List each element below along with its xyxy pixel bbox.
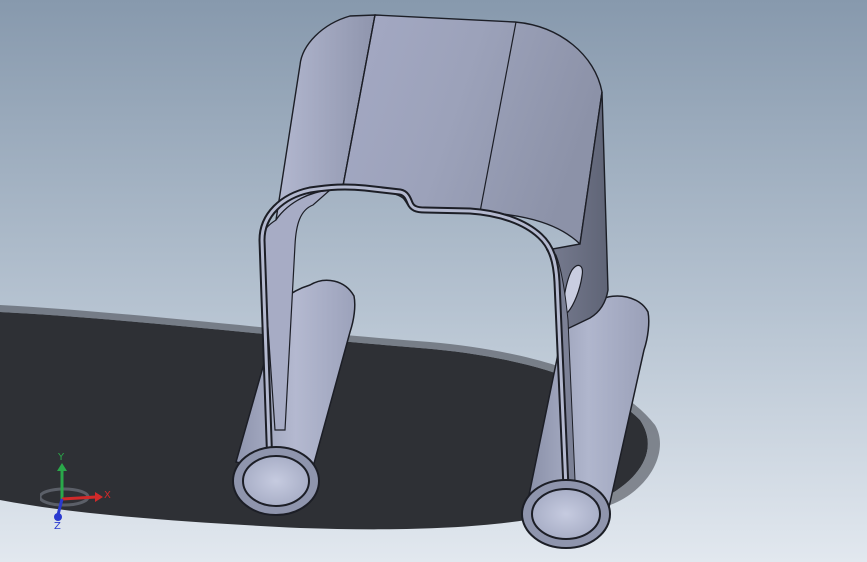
triad-x-label: X — [104, 490, 111, 501]
triad-z-axis — [56, 498, 64, 516]
triad-y-arrow — [57, 463, 67, 471]
triad-z-arrow — [54, 513, 62, 521]
graphics-viewport[interactable]: Y X Z — [0, 0, 867, 562]
triad-x-axis — [61, 495, 97, 501]
triad-y-label: Y — [57, 452, 65, 463]
3d-model-scene[interactable] — [0, 0, 867, 562]
right-tube-inner-hole — [531, 488, 601, 540]
triad-x-arrow — [95, 492, 103, 502]
triad-z-label: Z — [54, 521, 61, 532]
reference-triad: Y X Z — [40, 452, 111, 532]
left-tube-inner-hole — [242, 455, 310, 507]
